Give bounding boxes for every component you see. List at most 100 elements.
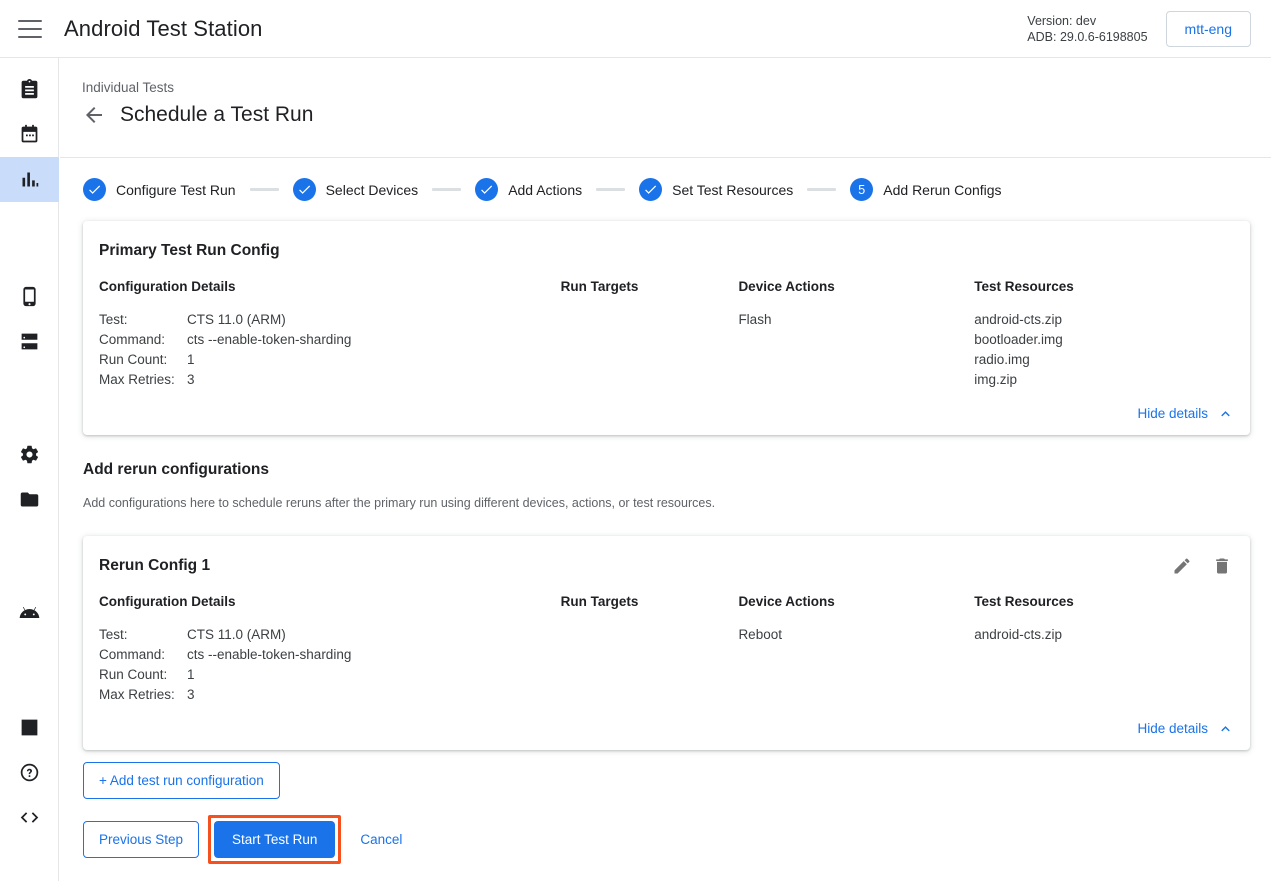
arrow-back-icon[interactable] bbox=[82, 103, 106, 127]
pencil-edit-icon[interactable] bbox=[1172, 556, 1196, 580]
step-1-label: Configure Test Run bbox=[116, 182, 236, 198]
label-max-retries: Max Retries: bbox=[99, 685, 187, 705]
primary-max-retries-row: Max Retries: 3 bbox=[99, 370, 561, 390]
app-title: Android Test Station bbox=[64, 16, 263, 42]
user-account-chip[interactable]: mtt-eng bbox=[1166, 11, 1251, 47]
step-add-actions[interactable]: Add Actions bbox=[475, 178, 582, 201]
sidebar-item-logs[interactable] bbox=[0, 705, 59, 750]
sidebar-item-developer[interactable] bbox=[0, 795, 59, 840]
step-set-test-resources[interactable]: Set Test Resources bbox=[639, 178, 793, 201]
breadcrumb[interactable]: Individual Tests bbox=[82, 80, 174, 95]
step-connector-1 bbox=[250, 188, 279, 191]
chevron-up-icon bbox=[1217, 720, 1234, 737]
code-brackets-icon bbox=[19, 807, 40, 828]
start-test-run-highlight: Start Test Run bbox=[208, 815, 341, 864]
step-2-label: Select Devices bbox=[326, 182, 419, 198]
label-max-retries: Max Retries: bbox=[99, 370, 187, 390]
article-icon bbox=[19, 717, 40, 738]
sidebar-item-devices[interactable] bbox=[0, 274, 59, 319]
rerun-config-1-card: Rerun Config 1 Configuration Details Tes… bbox=[83, 536, 1250, 750]
value-command: cts --enable-token-sharding bbox=[187, 330, 351, 350]
primary-test-resource-item: bootloader.img bbox=[974, 330, 1234, 350]
sidebar-item-android[interactable] bbox=[0, 590, 59, 635]
cancel-button[interactable]: Cancel bbox=[350, 822, 412, 857]
wizard-stepper: Configure Test Run Select Devices Add Ac… bbox=[83, 178, 1002, 201]
trash-delete-icon[interactable] bbox=[1212, 556, 1236, 580]
main-content: Individual Tests Schedule a Test Run Con… bbox=[60, 58, 1271, 881]
label-test: Test: bbox=[99, 625, 187, 645]
rerun-test-resources-column: Test Resources android-cts.zip bbox=[974, 594, 1234, 705]
sidebar-item-settings[interactable] bbox=[0, 432, 59, 477]
bar-chart-icon bbox=[19, 169, 40, 190]
value-run-count: 1 bbox=[187, 665, 195, 685]
previous-step-button[interactable]: Previous Step bbox=[83, 821, 199, 858]
folder-icon bbox=[19, 489, 40, 510]
start-test-run-button[interactable]: Start Test Run bbox=[214, 821, 335, 858]
step-3-label: Add Actions bbox=[508, 182, 582, 198]
column-header-run-targets: Run Targets bbox=[561, 594, 739, 609]
primary-test-resource-item: android-cts.zip bbox=[974, 310, 1234, 330]
app-bar-right: Version: dev ADB: 29.0.6-6198805 mtt-eng bbox=[1027, 11, 1271, 47]
version-info: Version: dev ADB: 29.0.6-6198805 bbox=[1027, 13, 1147, 45]
step-1-check-icon bbox=[83, 178, 106, 201]
rerun-hide-details-label: Hide details bbox=[1137, 721, 1208, 736]
gear-icon bbox=[19, 444, 40, 465]
rerun-max-retries-row: Max Retries: 3 bbox=[99, 685, 561, 705]
step-4-check-icon bbox=[639, 178, 662, 201]
primary-config-title: Primary Test Run Config bbox=[99, 242, 280, 260]
value-run-count: 1 bbox=[187, 350, 195, 370]
primary-hide-details-label: Hide details bbox=[1137, 406, 1208, 421]
rerun-config-1-actions bbox=[1172, 556, 1236, 580]
sidebar-item-test-runs[interactable] bbox=[0, 157, 59, 202]
rerun-config-1-title: Rerun Config 1 bbox=[99, 557, 210, 575]
primary-test-row: Test: CTS 11.0 (ARM) bbox=[99, 310, 561, 330]
sidebar-item-scheduled[interactable] bbox=[0, 112, 59, 157]
header-divider bbox=[60, 157, 1271, 158]
add-test-run-configuration-button[interactable]: + Add test run configuration bbox=[83, 762, 280, 799]
column-header-device-actions: Device Actions bbox=[738, 594, 974, 609]
primary-test-resources-column: Test Resources android-cts.zip bootloade… bbox=[974, 279, 1234, 390]
calendar-icon bbox=[19, 124, 40, 145]
label-command: Command: bbox=[99, 330, 187, 350]
column-header-device-actions: Device Actions bbox=[738, 279, 974, 294]
sidebar-item-help[interactable] bbox=[0, 750, 59, 795]
value-test: CTS 11.0 (ARM) bbox=[187, 310, 286, 330]
value-max-retries: 3 bbox=[187, 685, 195, 705]
sidebar-item-file-browser[interactable] bbox=[0, 477, 59, 522]
app-bar: Android Test Station Version: dev ADB: 2… bbox=[0, 0, 1271, 58]
adb-version-line: ADB: 29.0.6-6198805 bbox=[1027, 29, 1147, 45]
primary-config-columns: Configuration Details Test: CTS 11.0 (AR… bbox=[99, 279, 1234, 390]
primary-hide-details-button[interactable]: Hide details bbox=[1137, 405, 1234, 422]
hamburger-menu-icon[interactable] bbox=[18, 20, 42, 38]
help-circle-icon bbox=[19, 762, 40, 783]
column-header-run-targets: Run Targets bbox=[561, 279, 739, 294]
rerun-command-row: Command: cts --enable-token-sharding bbox=[99, 645, 561, 665]
step-configure-test-run[interactable]: Configure Test Run bbox=[83, 178, 236, 201]
primary-device-actions-column: Device Actions Flash bbox=[738, 279, 974, 390]
rerun-device-action-item: Reboot bbox=[738, 625, 974, 645]
sidebar-item-test-suites[interactable] bbox=[0, 67, 59, 112]
primary-test-resource-item: img.zip bbox=[974, 370, 1234, 390]
rerun-test-row: Test: CTS 11.0 (ARM) bbox=[99, 625, 561, 645]
phone-icon bbox=[19, 286, 40, 307]
page-title: Schedule a Test Run bbox=[120, 103, 313, 127]
label-test: Test: bbox=[99, 310, 187, 330]
wizard-action-row: Previous Step Start Test Run Cancel bbox=[83, 815, 412, 864]
column-header-test-resources: Test Resources bbox=[974, 279, 1234, 294]
primary-run-count-row: Run Count: 1 bbox=[99, 350, 561, 370]
android-icon bbox=[19, 602, 40, 623]
sidebar-item-hosts[interactable] bbox=[0, 319, 59, 364]
label-run-count: Run Count: bbox=[99, 350, 187, 370]
column-header-configuration-details: Configuration Details bbox=[99, 594, 561, 609]
rerun-run-count-row: Run Count: 1 bbox=[99, 665, 561, 685]
step-select-devices[interactable]: Select Devices bbox=[293, 178, 419, 201]
step-connector-3 bbox=[596, 188, 625, 191]
step-5-number: 5 bbox=[850, 178, 873, 201]
step-add-rerun-configs[interactable]: 5 Add Rerun Configs bbox=[850, 178, 1001, 201]
step-3-check-icon bbox=[475, 178, 498, 201]
value-test: CTS 11.0 (ARM) bbox=[187, 625, 286, 645]
primary-run-targets-column: Run Targets bbox=[561, 279, 739, 390]
rerun-hide-details-button[interactable]: Hide details bbox=[1137, 720, 1234, 737]
primary-configuration-details-column: Configuration Details Test: CTS 11.0 (AR… bbox=[99, 279, 561, 390]
step-4-label: Set Test Resources bbox=[672, 182, 793, 198]
